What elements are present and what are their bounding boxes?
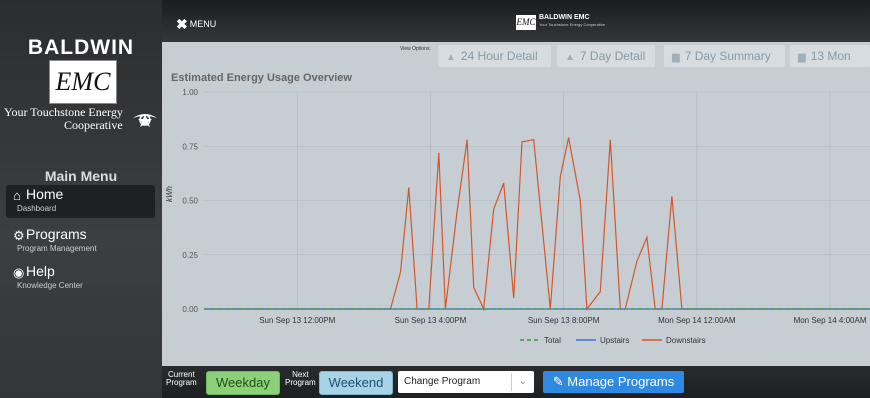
legend-label-downstairs: Downstairs xyxy=(666,336,706,345)
next-program-weekend[interactable]: Weekend xyxy=(319,371,393,395)
top-bar: ✖ MENU EMC BALDWIN EMC Your Touchstone En… xyxy=(162,0,870,42)
menu-label: MENU xyxy=(189,19,217,29)
sidebar-item-home[interactable]: ⌂ Home Dashboard xyxy=(6,185,155,218)
sidebar: BALDWIN EMC Your Touchstone Energy Coope… xyxy=(0,0,162,398)
manage-programs-button[interactable]: ✎ Manage Programs xyxy=(543,371,684,393)
current-label-line2: Program xyxy=(166,378,197,387)
y-tick-label: 0.00 xyxy=(182,305,198,314)
chevron-down-icon: ⌄ xyxy=(511,373,534,391)
chart-legend: Total Upstairs Downstairs xyxy=(520,336,706,345)
sidebar-item-label: Programs xyxy=(26,226,87,242)
gears-icon: ⚙ xyxy=(13,228,25,243)
lifebuoy-icon: ◉ xyxy=(13,265,25,280)
touchstone-logo-icon xyxy=(133,114,157,127)
next-program-label: Next Program xyxy=(285,371,316,387)
x-tick-label: Sun Sep 13 8:00PM xyxy=(528,316,600,325)
edit-icon: ✎ xyxy=(552,374,564,389)
y-tick-label: 0.25 xyxy=(182,251,198,260)
usage-chart: 1.00 0.75 0.50 0.25 0.00 Sun Sep 13 12:00PM Su… xyxy=(182,88,870,345)
header-logo-emc: EMC xyxy=(516,15,536,30)
manage-programs-label: Manage Programs xyxy=(567,374,675,389)
header-logo-name: BALDWIN EMC xyxy=(539,14,590,21)
sidebar-item-programs[interactable]: ⚙ Programs Program Management xyxy=(6,225,155,258)
tagline-line1: Your Touchstone Energy xyxy=(4,105,123,119)
sidebar-item-label: Home xyxy=(26,186,64,202)
header-logo-tagline: Your Touchstone Energy Cooperative xyxy=(539,22,606,27)
sidebar-item-sublabel: Dashboard xyxy=(17,204,57,213)
x-tick-label: Sun Sep 13 4:00PM xyxy=(395,316,467,325)
legend-label-upstairs: Upstairs xyxy=(600,336,629,345)
next-label-line2: Program xyxy=(285,378,316,387)
chart-grid xyxy=(204,91,870,310)
brand-name: BALDWIN xyxy=(27,36,135,59)
y-tick-label: 0.75 xyxy=(182,142,198,151)
series-line-downstairs xyxy=(204,137,870,312)
y-tick-label: 0.50 xyxy=(182,197,198,206)
change-program-select[interactable]: Change Program ⌄ xyxy=(398,371,534,393)
legend-label-total: Total xyxy=(544,336,561,345)
bottom-bar: Current Program Weekday Next Program Wee… xyxy=(162,366,870,398)
chart-ticks: 1.00 0.75 0.50 0.25 0.00 Sun Sep 13 12:00PM Su… xyxy=(182,88,866,325)
main-menu-title: Main Menu xyxy=(44,168,118,184)
y-tick-label: 1.00 xyxy=(182,88,198,97)
change-program-value: Change Program xyxy=(404,376,481,387)
sidebar-item-label: Help xyxy=(26,263,55,279)
x-tick-label: Mon Sep 14 12:00AM xyxy=(658,316,736,325)
menu-button[interactable]: ✖ MENU xyxy=(176,16,216,33)
header-logo: EMC BALDWIN EMC Your Touchstone Energy C… xyxy=(516,13,616,33)
x-tick-label: Sun Sep 13 12:00PM xyxy=(259,316,335,325)
chart-panel: View Options: ▲ 24 Hour Detail ▲ 7 Day Det… xyxy=(162,42,870,366)
chart-series xyxy=(204,137,870,312)
x-tick-label: Mon Sep 14 4:00AM xyxy=(794,316,867,325)
home-icon: ⌂ xyxy=(13,188,21,203)
sidebar-item-help[interactable]: ◉ Help Knowledge Center xyxy=(6,262,155,295)
emc-logo: EMC xyxy=(49,60,117,104)
sidebar-item-sublabel: Knowledge Center xyxy=(17,281,83,290)
current-program-label: Current Program xyxy=(166,371,197,387)
sidebar-item-sublabel: Program Management xyxy=(17,244,97,253)
close-icon: ✖ xyxy=(176,16,188,32)
current-program-weekday[interactable]: Weekday xyxy=(206,371,280,395)
